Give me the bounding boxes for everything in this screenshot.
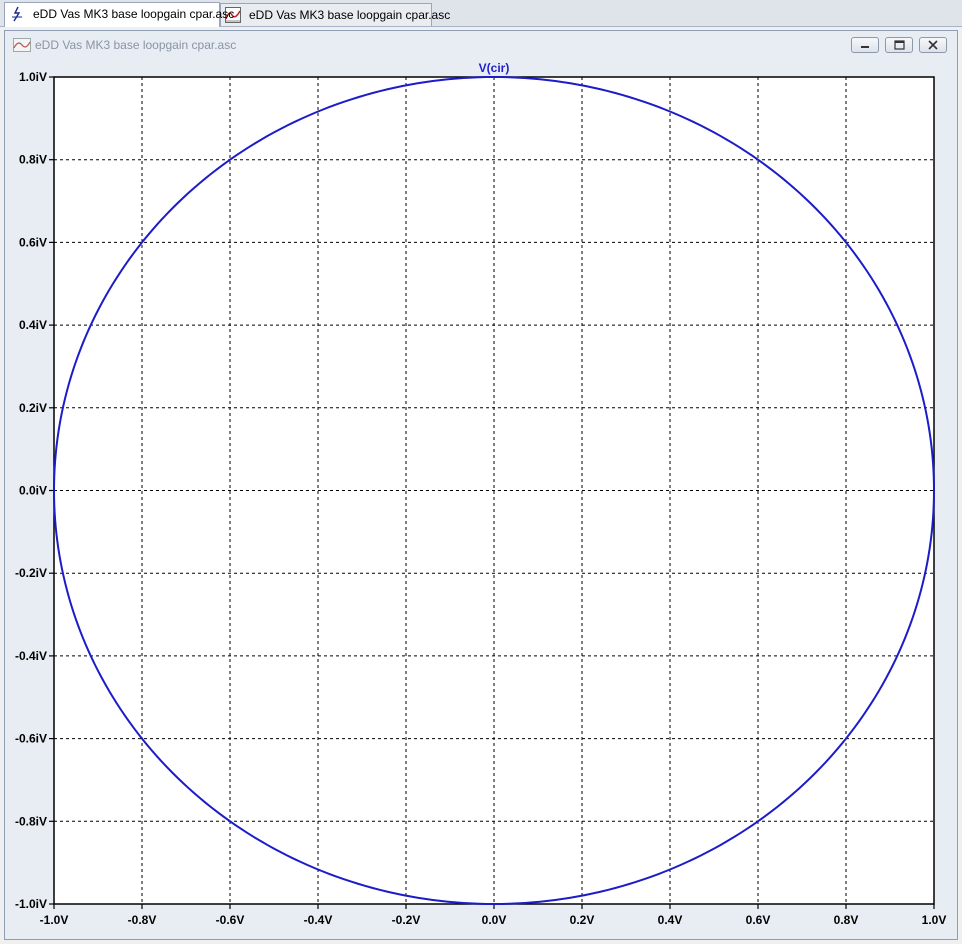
y-tick-labels: 1.0iV 0.8iV 0.6iV 0.4iV 0.2iV 0.0iV -0.2iV -0.4… [15, 70, 47, 911]
y-tick-label: 0.4iV [19, 318, 47, 332]
y-tick-label: -0.4iV [15, 649, 47, 663]
schematic-icon [12, 6, 22, 22]
tab-schematic[interactable]: eDD Vas MK3 base loopgain cpar.asc [4, 2, 234, 27]
x-tick-label: -0.6V [216, 913, 245, 927]
y-tick-label: 1.0iV [19, 70, 47, 84]
y-tick-label: 0.2iV [19, 401, 47, 415]
tab-label: eDD Vas MK3 base loopgain cpar.asc [33, 7, 235, 21]
x-tick-label: -1.0V [40, 913, 69, 927]
trace-label[interactable]: V(cir) [479, 61, 510, 75]
x-tick-labels: -1.0V -0.8V -0.6V -0.4V -0.2V 0.0V 0.2V 0.4V 0.6… [40, 913, 947, 927]
y-tick-label: 0.0iV [19, 484, 47, 498]
y-tick-label: -1.0iV [15, 897, 47, 911]
x-tick-label: -0.8V [128, 913, 157, 927]
y-tick-label: 0.8iV [19, 153, 47, 167]
y-tick-label: -0.6iV [15, 732, 47, 746]
x-tick-label: 1.0V [922, 913, 947, 927]
y-tick-label: -0.8iV [15, 814, 47, 828]
y-tick-label: 0.6iV [19, 235, 47, 249]
x-tick-label: 0.0V [482, 913, 507, 927]
y-tick-label: -0.2iV [15, 566, 47, 580]
x-tick-label: 0.4V [658, 913, 683, 927]
x-tick-label: -0.4V [304, 913, 333, 927]
x-tick-label: -0.2V [392, 913, 421, 927]
x-tick-label: 0.2V [570, 913, 595, 927]
waveform-plot[interactable]: -1.0V -0.8V -0.6V -0.4V -0.2V 0.0V 0.2V 0.4V 0.6… [0, 0, 962, 944]
x-tick-label: 0.8V [834, 913, 859, 927]
x-tick-label: 0.6V [746, 913, 771, 927]
